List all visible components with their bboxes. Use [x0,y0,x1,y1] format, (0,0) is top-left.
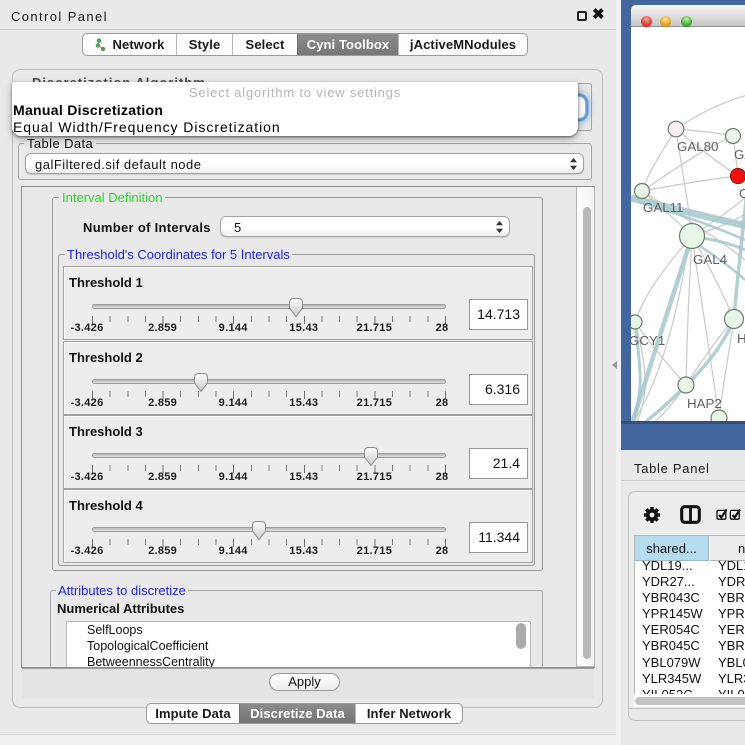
svg-text:GA: GA [734,147,745,162]
svg-text:H: H [737,331,745,346]
svg-text:GCY1: GCY1 [631,333,665,348]
svg-text:GAL80: GAL80 [677,139,718,154]
svg-text:GAL11: GAL11 [643,200,683,215]
svg-text:HAP2: HAP2 [687,396,722,411]
svg-text:C: C [739,186,745,201]
svg-text:GAL4: GAL4 [693,252,727,267]
